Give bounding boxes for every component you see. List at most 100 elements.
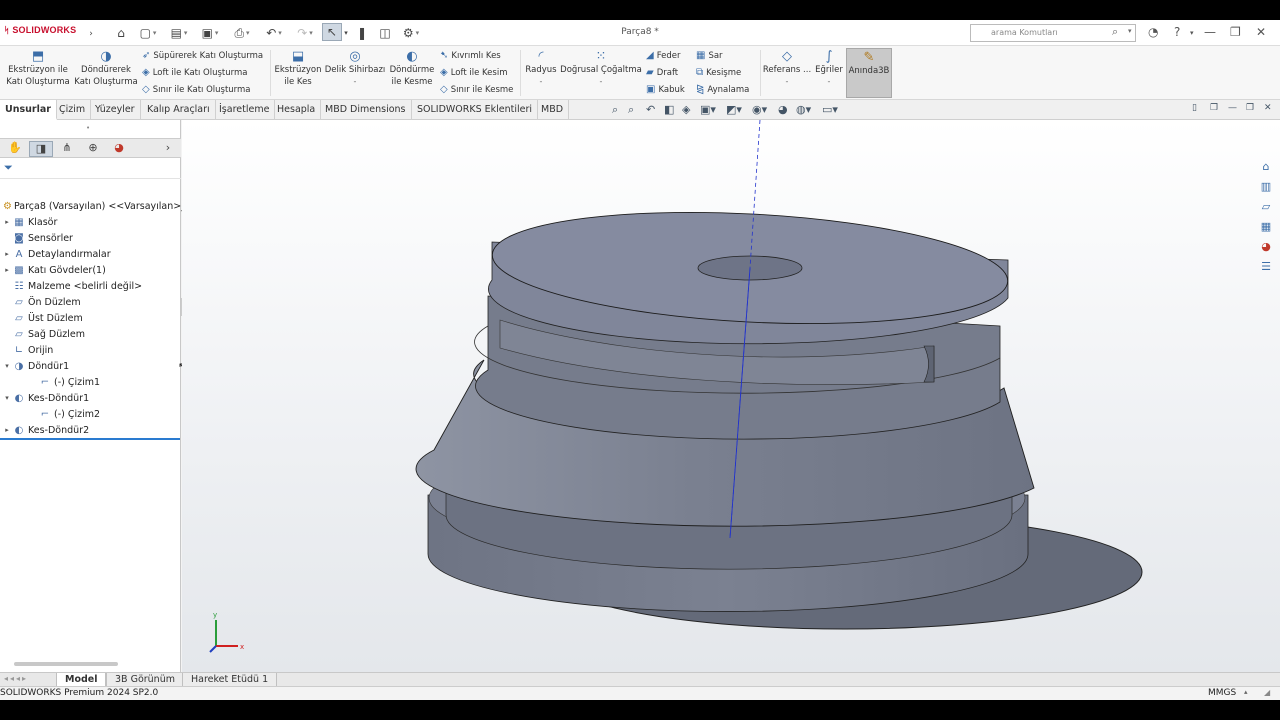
file-properties-icon[interactable]: ◫	[376, 24, 394, 42]
tab-mbd[interactable]: MBD	[536, 100, 570, 120]
draft-button[interactable]: ▰ Draft	[646, 67, 678, 78]
extruded-boss-button[interactable]: ⬒ Ekstrüzyon ile Katı Oluşturma	[2, 50, 74, 88]
tab-model[interactable]: Model	[56, 673, 107, 687]
viewport-restore-icon[interactable]: ❐	[1210, 103, 1218, 113]
linear-pattern-button[interactable]: ⁙ Doğrusal Çoğaltma -	[560, 50, 642, 88]
tree-item[interactable]: ▸ ◐ Kes-Döndür2	[0, 422, 181, 438]
tree-item[interactable]: ▱ Ön Düzlem	[0, 294, 181, 310]
search-dropdown-icon[interactable]: ▾	[1128, 27, 1132, 35]
expand-toggle-icon[interactable]: ▸	[2, 426, 12, 434]
dynamic-annotation-icon[interactable]: ◈	[682, 103, 690, 116]
tab-evaluate[interactable]: Hesapla	[272, 100, 322, 120]
expand-toggle-icon[interactable]: ▸	[2, 250, 12, 258]
design-library-icon[interactable]: ▥	[1256, 178, 1276, 196]
tree-item[interactable]: ☷ Malzeme <belirli değil>	[0, 278, 181, 294]
expand-toggle-icon[interactable]: ▸	[2, 266, 12, 274]
new-document-icon[interactable]: ▢ ▾	[136, 24, 160, 42]
swept-cut-button[interactable]: ➷ Kıvrımlı Kes	[440, 50, 501, 61]
view-palette-icon[interactable]: ▦	[1256, 218, 1276, 236]
custom-properties-icon[interactable]: ☰	[1256, 258, 1276, 276]
undo-icon[interactable]: ↶ ▾	[260, 24, 288, 42]
intersect-button[interactable]: ⧉ Kesişme	[696, 67, 741, 78]
instant3d-button[interactable]: ✎ Anında3B	[846, 48, 892, 98]
hole-wizard-button[interactable]: ◎ Delik Sihirbazı -	[324, 50, 386, 88]
expand-toggle-icon[interactable]: ▾	[2, 394, 12, 402]
revolved-cut-button[interactable]: ◐ Döndürme ile Kesme	[386, 50, 438, 88]
expand-toggle-icon[interactable]: ▾	[2, 362, 12, 370]
select-cursor-icon[interactable]: ↖	[322, 23, 342, 41]
tree-item[interactable]: ◙ Sensörler	[0, 230, 181, 246]
viewport-tile-icon[interactable]: ▯	[1192, 103, 1197, 113]
part-model-svg[interactable]: x y	[182, 119, 1280, 672]
view-orientation-icon[interactable]: ▣▾	[700, 103, 716, 116]
display-style-icon[interactable]: ◩▾	[726, 103, 742, 116]
lofted-cut-button[interactable]: ◈ Loft ile Kesim	[440, 67, 507, 78]
tab-scroll-arrows[interactable]: ◂◂◂▸	[4, 674, 28, 683]
tree-root-part[interactable]: ⚙ Parça8 (Varsayılan) <<Varsayılan>_G	[0, 198, 193, 214]
tab-sketch[interactable]: Çizim	[54, 100, 92, 120]
tab-features[interactable]: Unsurlar	[0, 100, 57, 120]
revolved-boss-button[interactable]: ◑ Döndürerek Katı Oluşturma	[74, 50, 138, 88]
view-settings-icon[interactable]: ▭▾	[822, 103, 838, 116]
user-account-icon[interactable]: ◔	[1148, 25, 1158, 39]
displaymanager-tab-icon[interactable]: ◕	[107, 141, 131, 157]
boundary-boss-button[interactable]: ◇ Sınır ile Katı Oluşturma	[142, 84, 251, 95]
home-icon[interactable]: ⌂	[112, 24, 130, 42]
part-model[interactable]	[415, 119, 1143, 630]
section-view-icon[interactable]: ◧	[664, 103, 674, 116]
filter-icon[interactable]: ⏷	[4, 161, 13, 175]
tree-item[interactable]: ⌐ (-) Çizim2	[0, 406, 181, 422]
tree-item[interactable]: ▾ ◑ Döndür1	[0, 358, 181, 374]
graphics-area[interactable]: x y	[182, 119, 1280, 672]
print-icon[interactable]: ⎙ ▾	[228, 24, 256, 42]
tree-item[interactable]: ▸ ▩ Katı Gövdeler(1)	[0, 262, 181, 278]
rib-button[interactable]: ◢ Feder	[646, 50, 680, 61]
tree-item[interactable]: ▱ Sağ Düzlem	[0, 326, 181, 342]
tab-motion-study[interactable]: Hareket Etüdü 1	[182, 673, 278, 687]
solidworks-resources-icon[interactable]: ⌂	[1256, 158, 1276, 176]
tab-solidworks-addins[interactable]: SOLIDWORKS Eklentileri	[412, 100, 539, 120]
viewport-close-icon[interactable]: ✕	[1264, 103, 1272, 113]
previous-view-icon[interactable]: ↶	[646, 103, 655, 116]
apply-scene-icon[interactable]: ◍▾	[796, 103, 811, 116]
tree-item[interactable]: ▱ Üst Düzlem	[0, 310, 181, 326]
file-explorer-icon[interactable]: ▱	[1256, 198, 1276, 216]
units-dropdown-icon[interactable]: ▴	[1244, 688, 1248, 696]
minimize-icon[interactable]: —	[1204, 25, 1216, 39]
tree-item[interactable]: ⌐ (-) Çizim1	[0, 374, 181, 390]
tree-item[interactable]: ▸ A Detaylandırmalar	[0, 246, 181, 262]
tree-item[interactable]: ▾ ◐ Kes-Döndür1	[0, 390, 181, 406]
curves-button[interactable]: ∫ Eğriler -	[812, 50, 846, 88]
panel-more-icon[interactable]: ›	[160, 141, 176, 157]
wrap-button[interactable]: ▦ Sar	[696, 50, 723, 61]
configurationmanager-tab-icon[interactable]: ⋔	[55, 141, 79, 157]
select-dropdown-icon[interactable]: ▾	[342, 24, 350, 42]
horizontal-scrollbar[interactable]	[14, 662, 118, 666]
reference-geometry-button[interactable]: ◇ Referans ... -	[762, 50, 812, 88]
appearances-icon[interactable]: ◕	[1256, 238, 1276, 256]
search-icon[interactable]: ⌕	[1112, 25, 1118, 39]
rollback-bar[interactable]	[0, 438, 180, 440]
restore-window-icon[interactable]: ❐	[1230, 25, 1241, 39]
zoom-to-area-icon[interactable]: ⌕	[628, 103, 634, 117]
boundary-cut-button[interactable]: ◇ Sınır ile Kesme	[440, 84, 513, 95]
edit-appearance-icon[interactable]: ◕	[778, 103, 788, 116]
viewport-minimize-icon[interactable]: —	[1228, 103, 1237, 113]
expand-toggle-icon[interactable]: ▸	[2, 218, 12, 226]
units-selector[interactable]: MMGS	[1208, 688, 1236, 698]
mirror-button[interactable]: ⧎ Aynalama	[696, 84, 749, 95]
menu-expand-icon[interactable]: ›	[86, 25, 96, 43]
shell-button[interactable]: ▣ Kabuk	[646, 84, 685, 95]
propertymanager-tab-icon[interactable]: ◨	[29, 141, 53, 157]
tab-mold-tools[interactable]: Kalıp Araçları	[142, 100, 216, 120]
zoom-to-fit-icon[interactable]: ⌕	[612, 103, 618, 117]
dimxpert-tab-icon[interactable]: ⊕	[81, 141, 105, 157]
featuremanager-tab-icon[interactable]: ✋	[3, 141, 27, 157]
panel-collapse-handle[interactable]: •	[86, 124, 90, 132]
swept-boss-button[interactable]: ➶ Süpürerek Katı Oluşturma	[142, 50, 263, 61]
resize-grip-icon[interactable]: ◢	[1264, 688, 1270, 697]
open-folder-icon[interactable]: ▤ ▾	[166, 24, 192, 42]
rebuild-icon[interactable]: ❚	[354, 24, 370, 42]
help-dropdown-icon[interactable]: ▾	[1190, 29, 1194, 37]
save-icon[interactable]: ▣ ▾	[198, 24, 222, 42]
